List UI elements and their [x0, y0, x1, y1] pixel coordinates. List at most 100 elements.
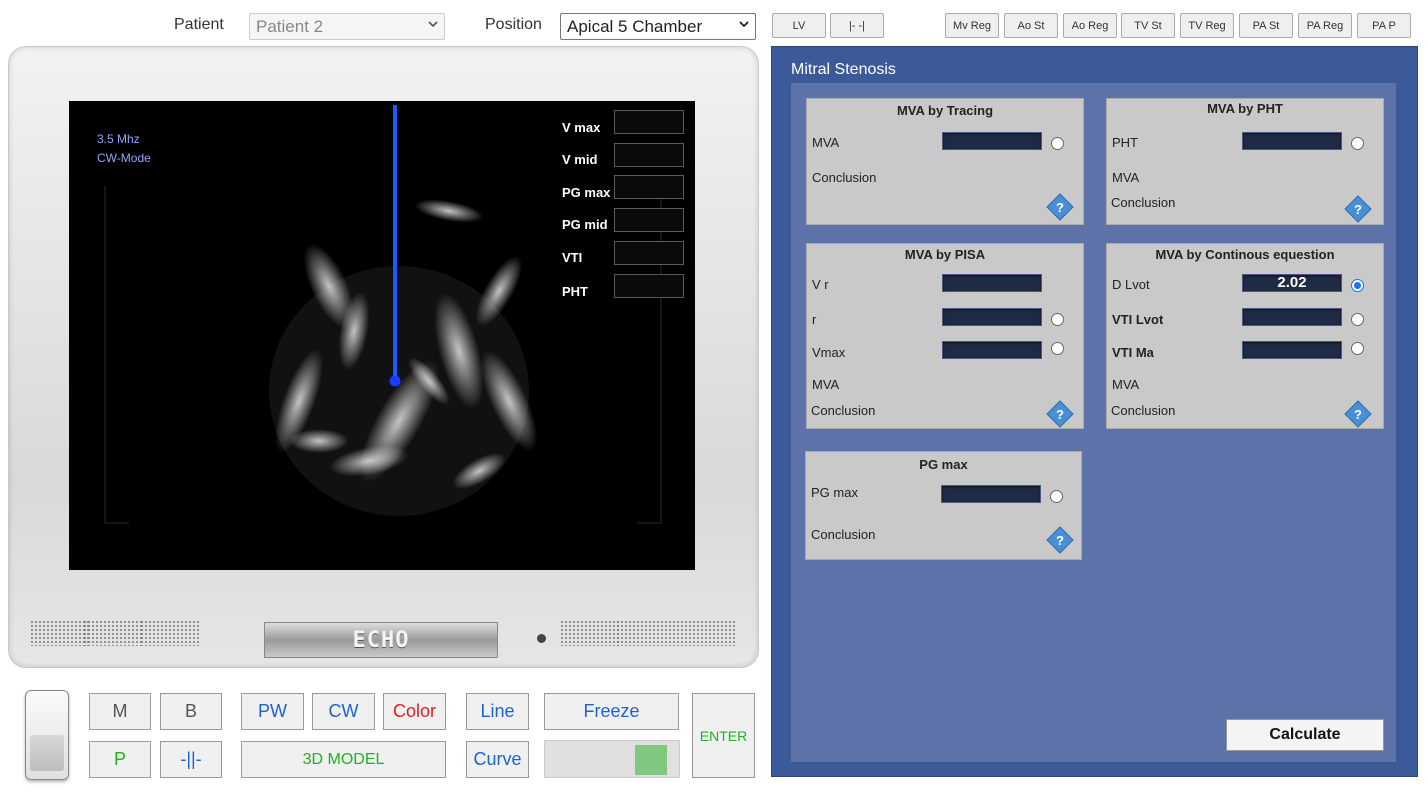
vti-ma-label: VTI Ma	[1112, 345, 1154, 360]
patient-label: Patient	[174, 16, 224, 33]
split-button[interactable]: -||-	[160, 741, 222, 778]
b-mode-button[interactable]: B	[160, 693, 222, 730]
dlvot-field[interactable]: 2.02	[1242, 274, 1342, 292]
tv-reg-button[interactable]: TV Reg	[1180, 13, 1234, 38]
pgmid-box	[614, 208, 684, 232]
pht-label: PHT	[1112, 135, 1138, 150]
conclusion-label: Conclusion	[811, 403, 876, 418]
pht-label: PHT	[562, 284, 588, 299]
pa-p-button[interactable]: PA P	[1357, 13, 1411, 38]
mva-label: MVA	[1112, 170, 1140, 185]
mode-label: CW-Mode	[97, 151, 151, 165]
enter-button[interactable]: ENTER	[692, 693, 755, 778]
color-button[interactable]: Color	[383, 693, 446, 730]
help-icon[interactable]: ?	[1344, 400, 1372, 428]
card-mva-continuous: MVA by Continous equestion D Lvot 2.02 V…	[1106, 243, 1384, 429]
curve-button[interactable]: Curve	[466, 741, 529, 778]
3d-model-button[interactable]: 3D MODEL	[241, 741, 446, 778]
pa-st-button[interactable]: PA St	[1239, 13, 1293, 38]
m-mode-button[interactable]: M	[89, 693, 151, 730]
echo-brand-plate: ECHO	[264, 622, 498, 658]
svg-text:?: ?	[1354, 407, 1362, 422]
r-field[interactable]	[942, 308, 1042, 326]
ultrasound-image	[104, 105, 662, 524]
cw-button[interactable]: CW	[312, 693, 375, 730]
freeze-button[interactable]: Freeze	[544, 693, 679, 730]
conclusion-label: Conclusion	[812, 170, 877, 185]
gain-slider-thumb[interactable]	[635, 745, 667, 775]
speaker-grille	[140, 620, 200, 646]
dlvot-radio[interactable]	[1351, 279, 1364, 292]
speaker-grille	[83, 620, 143, 646]
help-icon[interactable]: ?	[1344, 195, 1372, 223]
pa-reg-button[interactable]: PA Reg	[1298, 13, 1352, 38]
vmax-label: V max	[562, 120, 601, 135]
chevron-down-icon	[428, 21, 438, 28]
card-title: PG max	[919, 457, 968, 472]
tv-st-button[interactable]: TV St	[1121, 13, 1175, 38]
svg-text:?: ?	[1056, 200, 1064, 215]
card-mva-tracing: MVA by Tracing MVA Conclusion ?	[806, 98, 1084, 225]
ao-reg-button[interactable]: Ao Reg	[1063, 13, 1117, 38]
help-icon[interactable]: ?	[1046, 526, 1074, 554]
pw-button[interactable]: PW	[241, 693, 304, 730]
line-button[interactable]: Line	[466, 693, 529, 730]
conclusion-label: Conclusion	[811, 527, 876, 542]
gain-slider[interactable]	[544, 740, 680, 778]
calculate-button[interactable]: Calculate	[1226, 719, 1384, 751]
echo-screen[interactable]: 3.5 Mhz CW-Mode V max V mid PG max PG mi…	[69, 101, 695, 570]
help-icon[interactable]: ?	[1046, 400, 1074, 428]
pht-field[interactable]	[1242, 132, 1342, 150]
vti-lvot-field[interactable]	[1242, 308, 1342, 326]
pgmax-radio[interactable]	[1050, 490, 1063, 503]
patient-select[interactable]: Patient 2	[249, 13, 445, 40]
chevron-down-icon	[739, 21, 749, 28]
card-mva-pht: MVA by PHT PHT MVA Conclusion ?	[1106, 98, 1384, 225]
card-title: MVA by Tracing	[896, 103, 994, 118]
mv-reg-button[interactable]: Mv Reg	[945, 13, 999, 38]
doppler-cursor-handle[interactable]	[389, 375, 401, 387]
conclusion-label: Conclusion	[1111, 195, 1176, 210]
vti-lvot-radio[interactable]	[1351, 313, 1364, 326]
vti-label: VTI	[562, 250, 583, 265]
view-split-button[interactable]: |- -|	[830, 13, 884, 38]
card-title: MVA by PHT	[1207, 101, 1283, 116]
pht-radio[interactable]	[1351, 137, 1364, 150]
vmax-box	[614, 110, 684, 134]
pgmax-box	[614, 175, 684, 199]
mva-label: MVA	[812, 377, 840, 392]
position-select[interactable]: Apical 5 Chamber	[560, 13, 756, 40]
card-mva-pisa: MVA by PISA V r r Vmax MVA Conclusion ?	[806, 243, 1084, 429]
position-select-value: Apical 5 Chamber	[567, 16, 703, 36]
conclusion-label: Conclusion	[1111, 403, 1176, 418]
vmid-label: V mid	[562, 152, 598, 167]
mva-tracing-radio[interactable]	[1051, 137, 1064, 150]
card-title: MVA by Continous equestion	[1155, 247, 1335, 262]
power-switch[interactable]	[25, 690, 69, 780]
svg-text:?: ?	[1056, 533, 1064, 548]
card-title: MVA by PISA	[904, 247, 986, 262]
card-pg-max: PG max PG max Conclusion ?	[805, 451, 1082, 560]
mva-label: MVA	[812, 135, 840, 150]
speaker-grille	[560, 620, 620, 646]
svg-text:?: ?	[1354, 202, 1362, 217]
mva-tracing-field[interactable]	[942, 132, 1042, 150]
pgmax-label: PG max	[562, 185, 611, 200]
vr-field[interactable]	[942, 274, 1042, 292]
power-led	[537, 634, 546, 643]
ao-st-button[interactable]: Ao St	[1004, 13, 1058, 38]
panel-title: Mitral Stenosis	[791, 61, 896, 78]
p-button[interactable]: P	[89, 741, 151, 778]
help-icon[interactable]: ?	[1046, 193, 1074, 221]
vmax-radio[interactable]	[1051, 342, 1064, 355]
pgmax-field[interactable]	[941, 485, 1041, 503]
speaker-grille	[616, 620, 676, 646]
vti-ma-radio[interactable]	[1351, 342, 1364, 355]
position-label: Position	[485, 16, 542, 33]
vmax-field[interactable]	[942, 341, 1042, 359]
r-radio[interactable]	[1051, 313, 1064, 326]
r-label: r	[812, 312, 817, 327]
vti-ma-field[interactable]	[1242, 341, 1342, 359]
view-lv-button[interactable]: LV	[772, 13, 826, 38]
pht-box	[614, 274, 684, 298]
